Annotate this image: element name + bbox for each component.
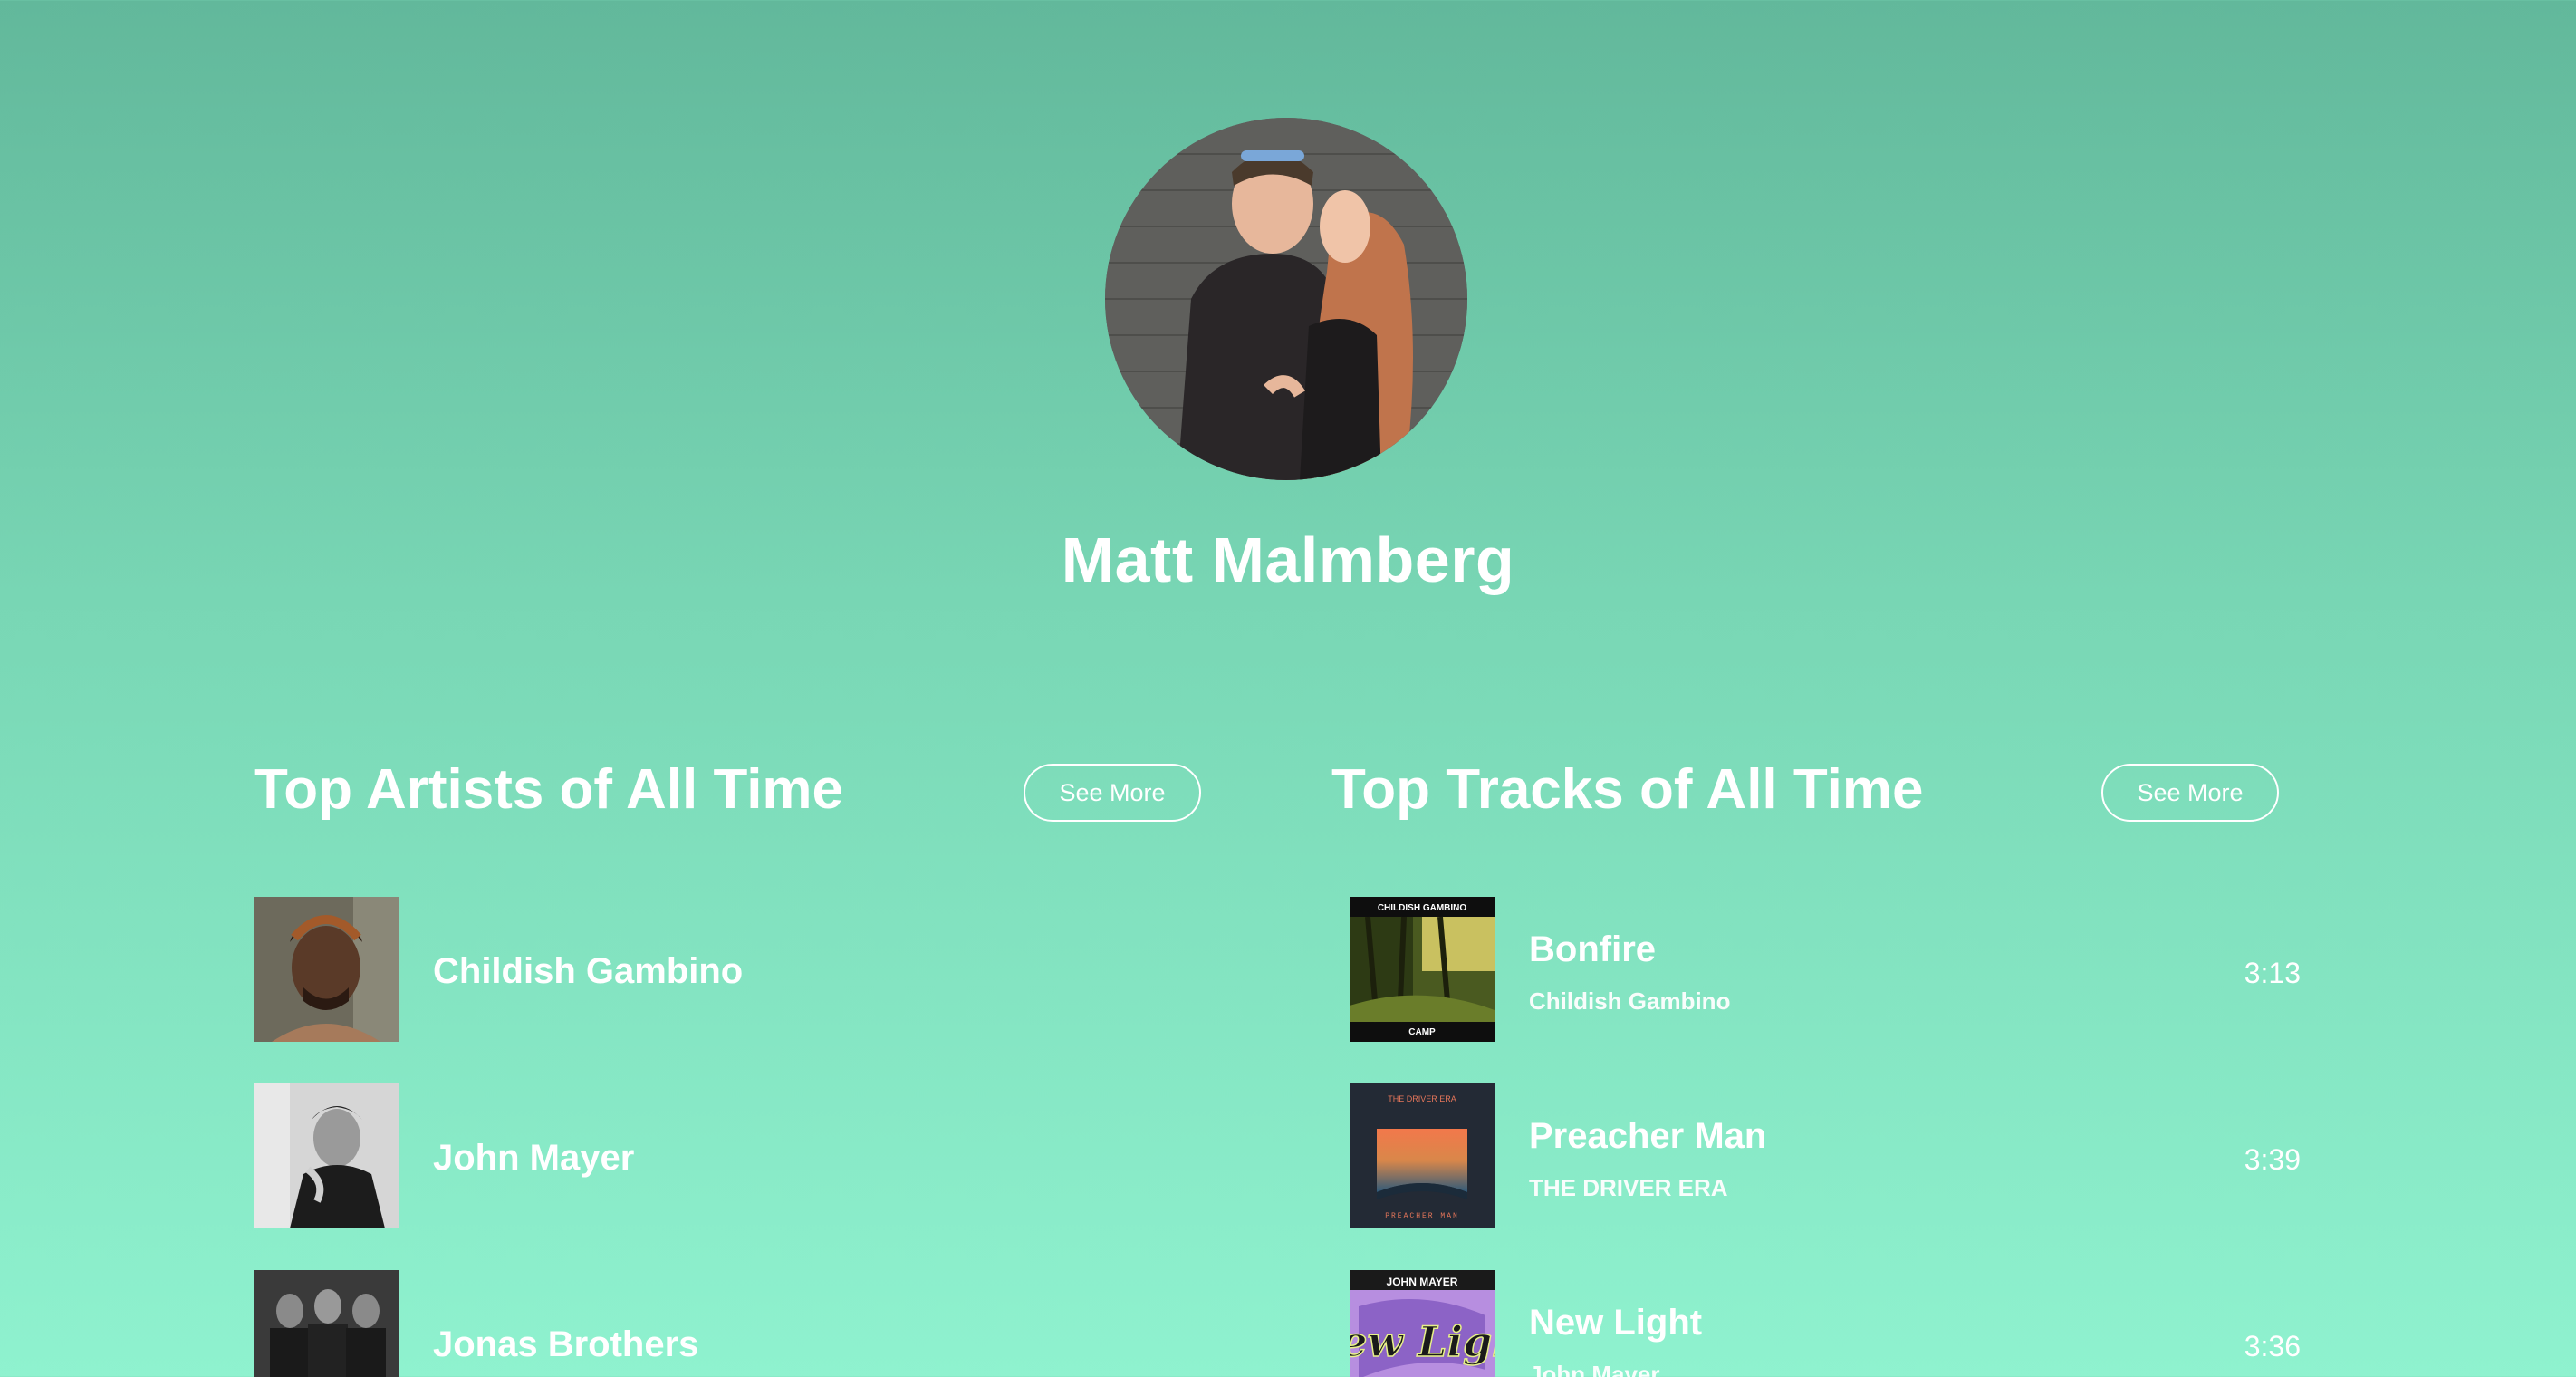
track-duration: 3:13 bbox=[2244, 957, 2301, 989]
album-cover: THE DRIVER ERA PREACHER MAN bbox=[1350, 1083, 1495, 1228]
track-title: Preacher Man bbox=[1529, 1116, 1767, 1156]
top-tracks-see-more-button[interactable]: See More bbox=[2101, 764, 2279, 822]
track-title: Bonfire bbox=[1529, 929, 1656, 969]
artist-image bbox=[254, 1083, 399, 1228]
album-cover-text: THE DRIVER ERA bbox=[1388, 1094, 1456, 1103]
track-artist: Childish Gambino bbox=[1529, 987, 1731, 1015]
artist-name: John Mayer bbox=[433, 1138, 635, 1178]
artist-image bbox=[254, 1270, 399, 1377]
artist-name: Childish Gambino bbox=[433, 951, 744, 991]
album-cover-text: New Light bbox=[1350, 1317, 1495, 1366]
top-tracks-heading: Top Tracks of All Time bbox=[1331, 758, 1924, 821]
track-artist: THE DRIVER ERA bbox=[1529, 1174, 1728, 1201]
top-artists-see-more-button[interactable]: See More bbox=[1024, 764, 1201, 822]
album-cover-text: CHILDISH GAMBINO bbox=[1378, 903, 1467, 913]
album-cover-text: JOHN MAYER bbox=[1387, 1276, 1458, 1288]
profile-avatar bbox=[1105, 118, 1467, 480]
artist-name: Jonas Brothers bbox=[433, 1324, 699, 1364]
top-artists-heading: Top Artists of All Time bbox=[254, 758, 844, 821]
track-duration: 3:36 bbox=[2244, 1330, 2301, 1363]
album-cover-text: CAMP bbox=[1408, 1027, 1436, 1037]
album-cover: CHILDISH GAMBINO CAMP bbox=[1350, 897, 1495, 1042]
profile-name: Matt Malmberg bbox=[1061, 525, 1515, 595]
track-title: New Light bbox=[1529, 1303, 1703, 1343]
track-duration: 3:39 bbox=[2244, 1143, 2301, 1176]
album-cover: JOHN MAYER New Light bbox=[1350, 1270, 1495, 1377]
artist-image bbox=[254, 897, 399, 1042]
track-artist: John Mayer bbox=[1529, 1361, 1660, 1377]
album-cover-text: PREACHER MAN bbox=[1385, 1212, 1459, 1220]
